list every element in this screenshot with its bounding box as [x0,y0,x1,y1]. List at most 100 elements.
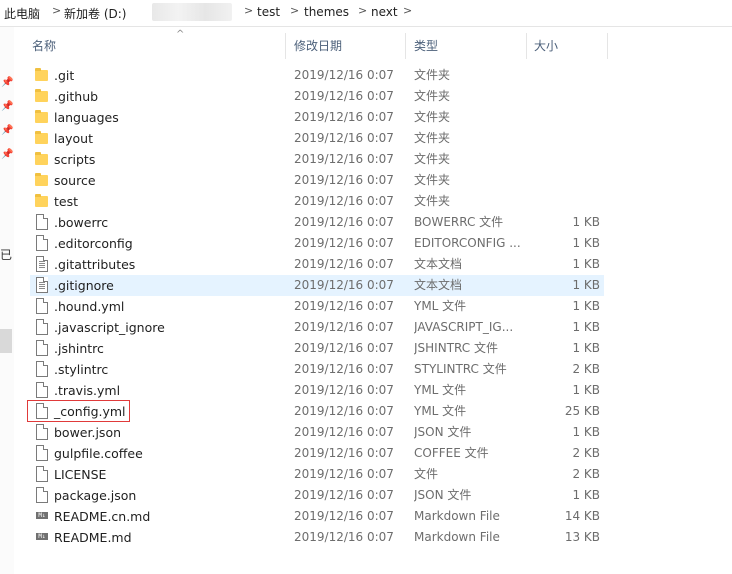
file-size: 1 KB [572,383,600,397]
file-icon [34,382,50,398]
column-type[interactable]: 类型 [414,33,438,59]
file-row[interactable]: .gitattributes 2019/12/16 0:07 文本文档 1 KB [30,254,604,275]
folder-icon [34,193,50,209]
file-row[interactable]: .jshintrc 2019/12/16 0:07 JSHINTRC 文件 1 KB [30,338,604,359]
file-row[interactable]: .javascript_ignore 2019/12/16 0:07 JAVASCR… [30,317,604,338]
file-modified: 2019/12/16 0:07 [294,362,394,376]
breadcrumb-drive[interactable]: 新加卷 (D:) [64,5,126,22]
file-size: 1 KB [572,299,600,313]
column-header: ^ 名称 修改日期 类型 大小 [24,29,608,59]
file-row[interactable]: scripts 2019/12/16 0:07 文件夹 [30,149,604,170]
nav-item-selected[interactable] [0,329,12,353]
file-row[interactable]: .hound.yml 2019/12/16 0:07 YML 文件 1 KB [30,296,604,317]
sort-ascending-icon: ^ [176,29,185,40]
file-size: 14 KB [564,509,600,523]
column-divider[interactable] [607,33,608,59]
file-row[interactable]: .stylintrc 2019/12/16 0:07 STYLINTRC 文件 2 K… [30,359,604,380]
file-icon [34,424,50,440]
folder-icon [34,88,50,104]
file-icon [34,361,50,377]
file-size: 2 KB [572,446,600,460]
chevron-right-icon[interactable]: > [52,4,61,17]
file-modified: 2019/12/16 0:07 [294,341,394,355]
file-row[interactable]: bower.json 2019/12/16 0:07 JSON 文件 1 KB [30,422,604,443]
file-modified: 2019/12/16 0:07 [294,131,394,145]
file-modified: 2019/12/16 0:07 [294,446,394,460]
breadcrumb-this-pc[interactable]: 此电脑 [4,5,40,22]
column-modified[interactable]: 修改日期 [294,33,342,59]
file-name: gulpfile.coffee [54,446,143,461]
file-row[interactable]: .bowerrc 2019/12/16 0:07 BOWERRC 文件 1 KB [30,212,604,233]
file-modified: 2019/12/16 0:07 [294,173,394,187]
file-type: 文本文档 [414,278,463,292]
file-type: 文件夹 [414,131,451,145]
file-type: YML 文件 [414,299,467,313]
file-name: .javascript_ignore [54,320,165,335]
chevron-right-icon[interactable]: > [403,4,412,17]
file-name: scripts [54,152,96,167]
file-name: .jshintrc [54,341,104,356]
file-type: 文本文档 [414,257,463,271]
file-modified: 2019/12/16 0:07 [294,110,394,124]
file-row[interactable]: languages 2019/12/16 0:07 文件夹 [30,107,604,128]
file-size [530,65,600,86]
address-bar[interactable]: 此电脑 > 新加卷 (D:) > test > themes > next > [0,0,732,27]
file-size: 1 KB [572,257,600,271]
breadcrumb-test[interactable]: test [257,5,280,19]
file-modified: 2019/12/16 0:07 [294,383,394,397]
file-modified: 2019/12/16 0:07 [294,467,394,481]
file-size: 1 KB [572,341,600,355]
file-size: 1 KB [572,236,600,250]
file-row[interactable]: .github 2019/12/16 0:07 文件夹 [30,86,604,107]
file-row[interactable]: source 2019/12/16 0:07 文件夹 [30,170,604,191]
file-name: .bowerrc [54,215,109,230]
nav-item-label[interactable]: 已 [0,246,12,263]
breadcrumb-themes[interactable]: themes [304,5,349,19]
file-size: 1 KB [572,278,600,292]
file-name: README.md [54,530,132,545]
markdown-file-icon: M↓ [34,508,50,524]
folder-icon [34,130,50,146]
file-name: LICENSE [54,467,107,482]
file-icon [34,487,50,503]
file-row[interactable]: M↓ README.md 2019/12/16 0:07 Markdown File 1… [30,527,604,548]
file-type: 文件 [414,467,439,481]
pin-icon: 📌 [1,77,14,88]
file-row[interactable]: LICENSE 2019/12/16 0:07 文件 2 KB [30,464,604,485]
file-icon [34,340,50,356]
file-size [530,170,600,191]
file-row[interactable]: M↓ README.cn.md 2019/12/16 0:07 Markdown Fi… [30,506,604,527]
chevron-right-icon[interactable]: > [244,4,253,17]
file-row[interactable]: package.json 2019/12/16 0:07 JSON 文件 1 KB [30,485,604,506]
folder-icon [34,109,50,125]
column-divider[interactable] [526,33,527,59]
file-name: layout [54,131,94,146]
file-size [530,128,600,149]
file-row[interactable]: .git 2019/12/16 0:07 文件夹 [30,65,604,86]
file-row[interactable]: layout 2019/12/16 0:07 文件夹 [30,128,604,149]
file-name: .editorconfig [54,236,133,251]
column-name[interactable]: 名称 [32,33,56,59]
file-row[interactable]: .travis.yml 2019/12/16 0:07 YML 文件 1 KB [30,380,604,401]
chevron-right-icon[interactable]: > [358,4,367,17]
file-row[interactable]: gulpfile.coffee 2019/12/16 0:07 COFFEE 文件 2… [30,443,604,464]
column-size[interactable]: 大小 [534,33,558,59]
text-file-icon [34,256,50,272]
folder-icon [34,151,50,167]
file-modified: 2019/12/16 0:07 [294,215,394,229]
file-size [530,107,600,128]
file-name: test [54,194,79,209]
file-row[interactable]: test 2019/12/16 0:07 文件夹 [30,191,604,212]
file-type: 文件夹 [414,194,451,208]
file-row[interactable]: .gitignore 2019/12/16 0:07 文本文档 1 KB [30,275,604,296]
breadcrumb-next[interactable]: next [371,5,398,19]
file-name: .hound.yml [54,299,125,314]
file-size [530,86,600,107]
chevron-right-icon[interactable]: > [290,4,299,17]
file-name: .git [54,68,75,83]
column-divider[interactable] [405,33,406,59]
file-row[interactable]: .editorconfig 2019/12/16 0:07 EDITORCONFIG… [30,233,604,254]
file-name: .github [54,89,99,104]
column-divider[interactable] [285,33,286,59]
file-size: 1 KB [572,215,600,229]
